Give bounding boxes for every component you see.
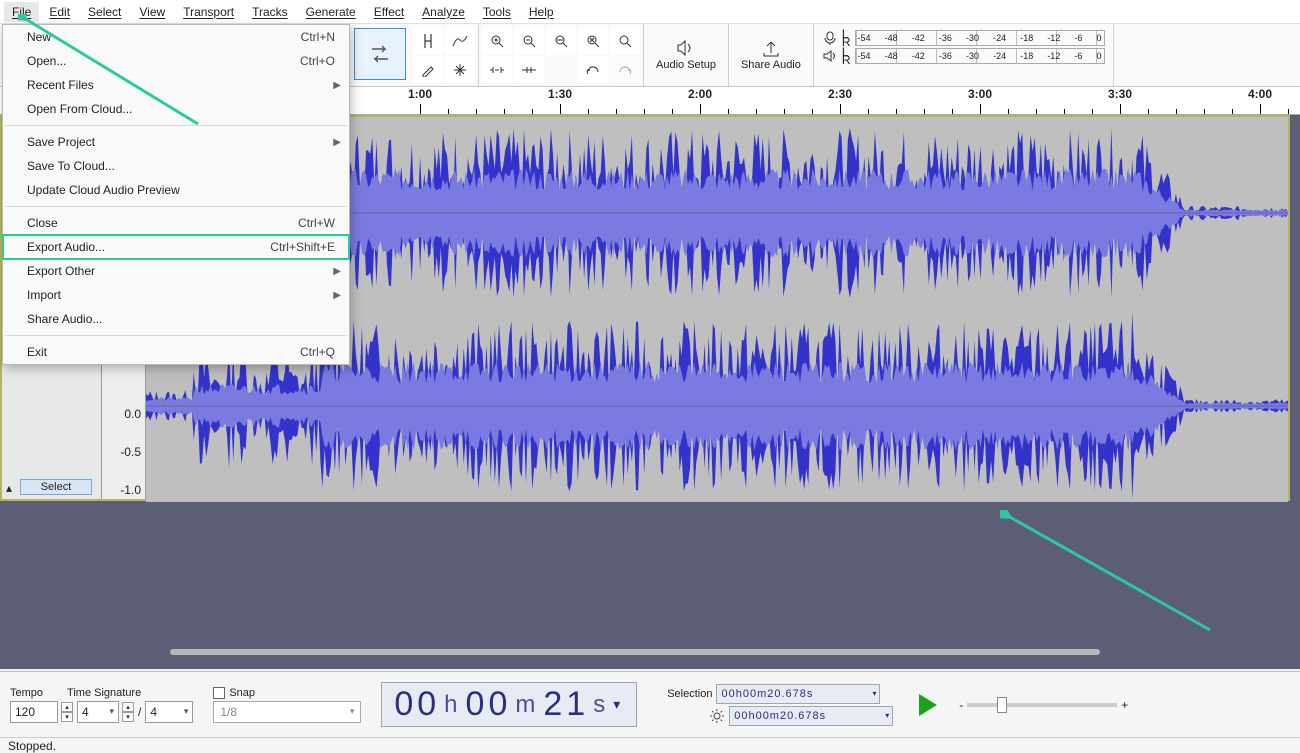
menu-edit[interactable]: Edit	[41, 2, 78, 22]
envelope-tool-button[interactable]	[445, 27, 475, 54]
speaker-icon	[675, 39, 697, 57]
zoom-out-button[interactable]	[514, 27, 544, 54]
selection-label: Selection	[667, 688, 712, 700]
timesig-num-spinner[interactable]: ▴▾	[122, 702, 134, 722]
menu-effect[interactable]: Effect	[366, 2, 412, 22]
file-menu-item[interactable]: Export Other▶	[3, 259, 349, 283]
menu-file[interactable]: File	[4, 2, 39, 22]
play-button[interactable]	[919, 694, 937, 716]
bottom-toolbar: Tempo Time Signature 120 ▴▾ 4 ▴▾ / 4 Sna…	[0, 671, 1300, 737]
timesig-numerator[interactable]: 4	[77, 701, 119, 723]
menu-analyze[interactable]: Analyze	[414, 2, 473, 22]
share-audio-button[interactable]: Share Audio	[731, 26, 811, 84]
recording-meter[interactable]: -54-48-42-36-30-24-18-12-60	[855, 30, 1105, 46]
snap-select[interactable]: 1/8	[213, 701, 361, 723]
redo-button[interactable]	[610, 56, 640, 83]
zoom-toggle-button[interactable]	[610, 27, 640, 54]
selection-end[interactable]: 00h00m20.678s	[729, 706, 893, 726]
gear-icon[interactable]	[709, 708, 725, 724]
speaker-meter-icon	[822, 49, 838, 63]
meters: LR -54-48-42-36-30-24-18-12-60 LR -54-48…	[816, 26, 1111, 84]
tempo-label: Tempo	[10, 687, 43, 699]
track-collapse-button[interactable]: ▴	[6, 481, 12, 495]
file-menu-item[interactable]: ExitCtrl+Q	[3, 340, 349, 364]
file-menu-item[interactable]: CloseCtrl+W	[3, 211, 349, 235]
file-menu-item[interactable]: Save Project▶	[3, 130, 349, 154]
track-select-button[interactable]: Select	[20, 479, 92, 495]
file-menu-item[interactable]: Import▶	[3, 283, 349, 307]
status-text: Stopped.	[8, 739, 56, 753]
audio-setup-label: Audio Setup	[656, 59, 716, 71]
tempo-input[interactable]: 120	[10, 701, 58, 723]
silence-button[interactable]	[514, 56, 544, 83]
timesig-label: Time Signature	[67, 687, 141, 699]
zoom-in-button[interactable]	[482, 27, 512, 54]
fit-project-button[interactable]	[578, 27, 608, 54]
menu-view[interactable]: View	[131, 2, 173, 22]
draw-tool-button[interactable]	[413, 56, 443, 83]
audio-setup-button[interactable]: Audio Setup	[646, 26, 726, 84]
file-menu-item[interactable]: Share Audio...	[3, 307, 349, 331]
status-bar: Stopped.	[0, 737, 1300, 753]
snap-checkbox[interactable]	[213, 687, 225, 699]
file-menu-item[interactable]: Open...Ctrl+O	[3, 49, 349, 73]
multi-tool-button[interactable]	[445, 56, 475, 83]
tempo-spinner[interactable]: ▴▾	[61, 702, 73, 722]
file-menu-item[interactable]: Open From Cloud...	[3, 97, 349, 121]
snap-label: Snap	[229, 687, 255, 699]
menu-select[interactable]: Select	[80, 2, 129, 22]
fit-selection-button[interactable]	[546, 27, 576, 55]
file-menu-item[interactable]: Update Cloud Audio Preview	[3, 178, 349, 202]
file-menu-item[interactable]: Recent Files▶	[3, 73, 349, 97]
microphone-icon	[822, 31, 838, 45]
menu-help[interactable]: Help	[521, 2, 562, 22]
menu-tools[interactable]: Tools	[475, 2, 519, 22]
time-display[interactable]: 00h 00m 21s ▾	[381, 682, 637, 727]
horizontal-scrollbar[interactable]	[170, 649, 1100, 655]
selection-start[interactable]: 00h00m20.678s	[716, 684, 880, 704]
upload-icon	[761, 39, 781, 57]
timesig-denominator[interactable]: 4	[145, 701, 193, 723]
menu-tracks[interactable]: Tracks	[244, 2, 296, 22]
undo-button[interactable]	[578, 56, 608, 83]
menu-generate[interactable]: Generate	[298, 2, 364, 22]
menubar: File Edit Select View Transport Tracks G…	[0, 0, 1300, 24]
loop-tool-button[interactable]	[354, 28, 406, 80]
playback-speed-slider[interactable]	[967, 703, 1117, 707]
file-menu-item[interactable]: Export Audio...Ctrl+Shift+E	[3, 235, 349, 259]
trim-button[interactable]	[482, 56, 512, 83]
playback-meter[interactable]: -54-48-42-36-30-24-18-12-60	[855, 48, 1105, 64]
share-audio-label: Share Audio	[741, 59, 801, 71]
file-menu-dropdown: NewCtrl+NOpen...Ctrl+ORecent Files▶Open …	[2, 24, 350, 365]
file-menu-item[interactable]: Save To Cloud...	[3, 154, 349, 178]
file-menu-item[interactable]: NewCtrl+N	[3, 25, 349, 49]
selection-tool-button[interactable]	[413, 27, 443, 54]
menu-transport[interactable]: Transport	[175, 2, 242, 22]
